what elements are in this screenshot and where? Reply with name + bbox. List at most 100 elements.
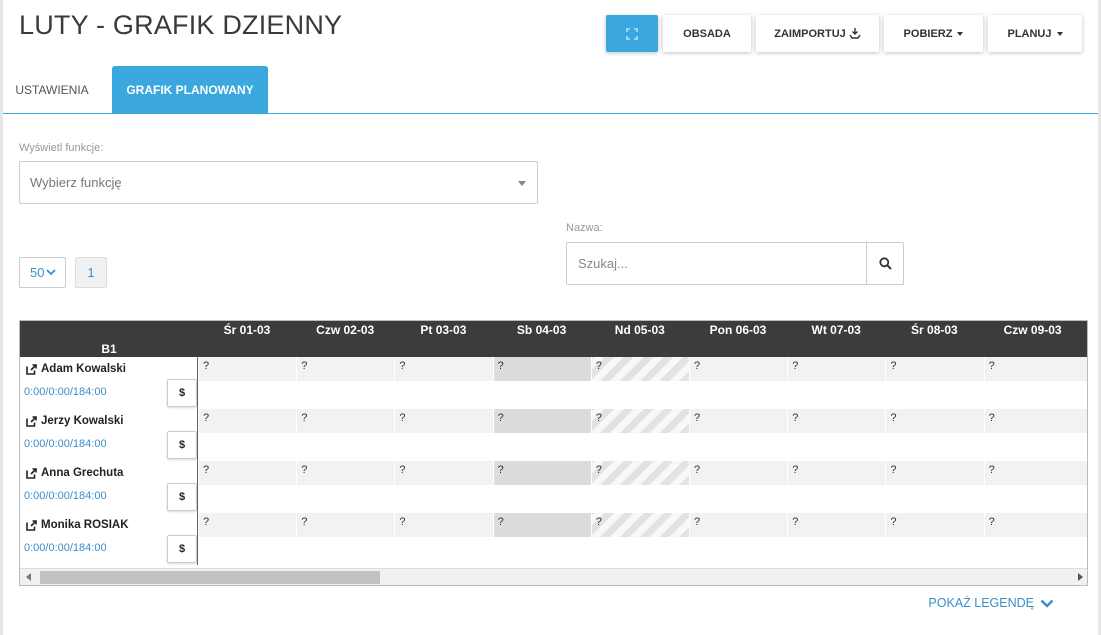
schedule-cell[interactable]: ? — [198, 357, 296, 381]
day-header: Sb 04-03 — [516, 323, 567, 337]
schedule-cell[interactable]: ? — [198, 513, 296, 537]
schedule-cell[interactable]: ? — [198, 461, 296, 485]
external-link-icon — [26, 363, 37, 375]
schedule-cell[interactable]: ? — [296, 409, 394, 433]
tab-ustawienia[interactable]: USTAWIENIA — [7, 66, 97, 113]
schedule-cell[interactable]: ? — [492, 513, 591, 537]
table-row: ????????? — [198, 513, 1087, 537]
schedule-cell[interactable]: ? — [983, 409, 1082, 433]
schedule-cell[interactable]: ? — [689, 357, 787, 381]
schedule-cell[interactable]: ? — [394, 513, 492, 537]
obsada-button[interactable]: OBSADA — [663, 15, 751, 52]
horizontal-scrollbar[interactable] — [20, 568, 1087, 585]
search-button[interactable] — [866, 243, 903, 284]
employee-hours[interactable]: 0:00/0:00/184:00 — [24, 542, 107, 554]
day-header: Czw 02-03 — [316, 323, 375, 337]
schedule-cell[interactable]: ? — [689, 513, 787, 537]
caret-down-icon — [518, 181, 526, 186]
employee-cost-button[interactable]: $ — [167, 535, 197, 563]
employee-name: Jerzy Kowalski — [41, 415, 124, 427]
schedule-cell[interactable]: ? — [787, 357, 885, 381]
schedule-cell[interactable]: ? — [394, 461, 492, 485]
search-box — [566, 242, 904, 285]
import-icon — [849, 28, 861, 39]
schedule-cell[interactable]: ? — [590, 513, 689, 537]
day-header: Pt 03-03 — [420, 323, 467, 337]
schedule-cell[interactable]: ? — [689, 409, 787, 433]
pobierz-dropdown-button[interactable]: POBIERZ — [884, 15, 983, 52]
schedule-cell[interactable]: ? — [885, 357, 983, 381]
schedule-cell[interactable]: ? — [296, 513, 394, 537]
scrollbar-thumb[interactable] — [40, 571, 380, 584]
external-link-icon — [26, 415, 37, 427]
schedule-cell[interactable]: ? — [590, 461, 689, 485]
chevron-down-icon — [46, 269, 57, 276]
employee-cost-button[interactable]: $ — [167, 483, 197, 511]
schedule-cell[interactable]: ? — [983, 357, 1082, 381]
schedule-cell[interactable]: ? — [590, 357, 689, 381]
schedule-cell[interactable]: ? — [198, 409, 296, 433]
employee-hours[interactable]: 0:00/0:00/184:00 — [24, 490, 107, 502]
search-icon — [878, 257, 892, 270]
tab-grafik-planowany[interactable]: GRAFIK PLANOWANY — [112, 66, 268, 113]
page-title: LUTY - GRAFIK DZIENNY — [19, 10, 343, 40]
employee-name-link[interactable]: Adam Kowalski — [26, 363, 126, 375]
group-label: B1 — [101, 342, 117, 356]
employee-name-link[interactable]: Anna Grechuta — [26, 467, 123, 479]
function-select-placeholder: Wybierz funkcję — [30, 175, 122, 190]
external-link-icon — [26, 467, 37, 479]
employee-name-link[interactable]: Jerzy Kowalski — [26, 415, 123, 427]
employee-name: Monika ROSIAK — [41, 519, 129, 531]
planuj-label: PLANUJ — [1007, 27, 1052, 40]
schedule-cell[interactable]: ? — [689, 461, 787, 485]
caret-down-icon — [1056, 31, 1063, 36]
schedule-cell[interactable]: ? — [983, 513, 1082, 537]
employee-cell: Anna Grechuta 0:00/0:00/184:00 $ — [20, 461, 198, 513]
page-number-button[interactable]: 1 — [75, 257, 107, 288]
schedule-cell[interactable]: ? — [590, 409, 689, 433]
chevron-down-icon — [1040, 599, 1054, 608]
caret-down-icon — [957, 31, 964, 36]
schedule-cell[interactable]: ? — [296, 461, 394, 485]
schedule-cell[interactable]: ? — [885, 409, 983, 433]
fullscreen-button[interactable] — [606, 15, 658, 52]
pobierz-label: POBIERZ — [903, 27, 953, 40]
schedule-cell[interactable]: ? — [787, 513, 885, 537]
schedule-cell[interactable]: ? — [885, 461, 983, 485]
day-header: Wt 07-03 — [811, 323, 861, 337]
schedule-cell[interactable]: ? — [394, 357, 492, 381]
employee-hours[interactable]: 0:00/0:00/184:00 — [24, 386, 107, 398]
zaimportuj-button[interactable]: ZAIMPORTUJ — [756, 15, 879, 52]
planuj-dropdown-button[interactable]: PLANUJ — [988, 15, 1082, 52]
employee-name-link[interactable]: Monika ROSIAK — [26, 519, 129, 531]
search-input[interactable] — [567, 243, 866, 284]
day-header: Śr 01-03 — [223, 323, 271, 337]
schedule-cell[interactable]: ? — [296, 357, 394, 381]
employee-cost-button[interactable]: $ — [167, 379, 197, 407]
employee-cost-button[interactable]: $ — [167, 431, 197, 459]
scroll-left-arrow-icon[interactable] — [26, 573, 31, 581]
employee-name: Adam Kowalski — [41, 363, 126, 375]
show-legend-label: POKAŻ LEGENDĘ — [928, 596, 1034, 610]
schedule-cell[interactable]: ? — [983, 461, 1082, 485]
per-page-select[interactable]: 50 — [19, 257, 66, 288]
external-link-icon — [26, 519, 37, 531]
schedule-cell[interactable]: ? — [885, 513, 983, 537]
expand-icon — [626, 27, 638, 40]
show-legend-link[interactable]: POKAŻ LEGENDĘ — [928, 596, 1054, 610]
schedule-cell[interactable]: ? — [492, 461, 591, 485]
employee-hours[interactable]: 0:00/0:00/184:00 — [24, 438, 107, 450]
name-filter-label: Nazwa: — [566, 222, 603, 234]
schedule-cell[interactable]: ? — [492, 357, 591, 381]
employee-cell: Adam Kowalski 0:00/0:00/184:00 $ — [20, 357, 198, 409]
schedule-cell[interactable]: ? — [787, 409, 885, 433]
day-header: Śr 08-03 — [911, 323, 958, 337]
zaimportuj-label: ZAIMPORTUJ — [774, 27, 846, 40]
employee-cell: Monika ROSIAK 0:00/0:00/184:00 $ — [20, 513, 198, 565]
scroll-right-arrow-icon[interactable] — [1078, 573, 1083, 581]
schedule-cell[interactable]: ? — [492, 409, 591, 433]
function-select[interactable]: Wybierz funkcję — [19, 161, 538, 204]
schedule-cell[interactable]: ? — [394, 409, 492, 433]
day-header: Pon 06-03 — [709, 323, 767, 337]
schedule-cell[interactable]: ? — [787, 461, 885, 485]
